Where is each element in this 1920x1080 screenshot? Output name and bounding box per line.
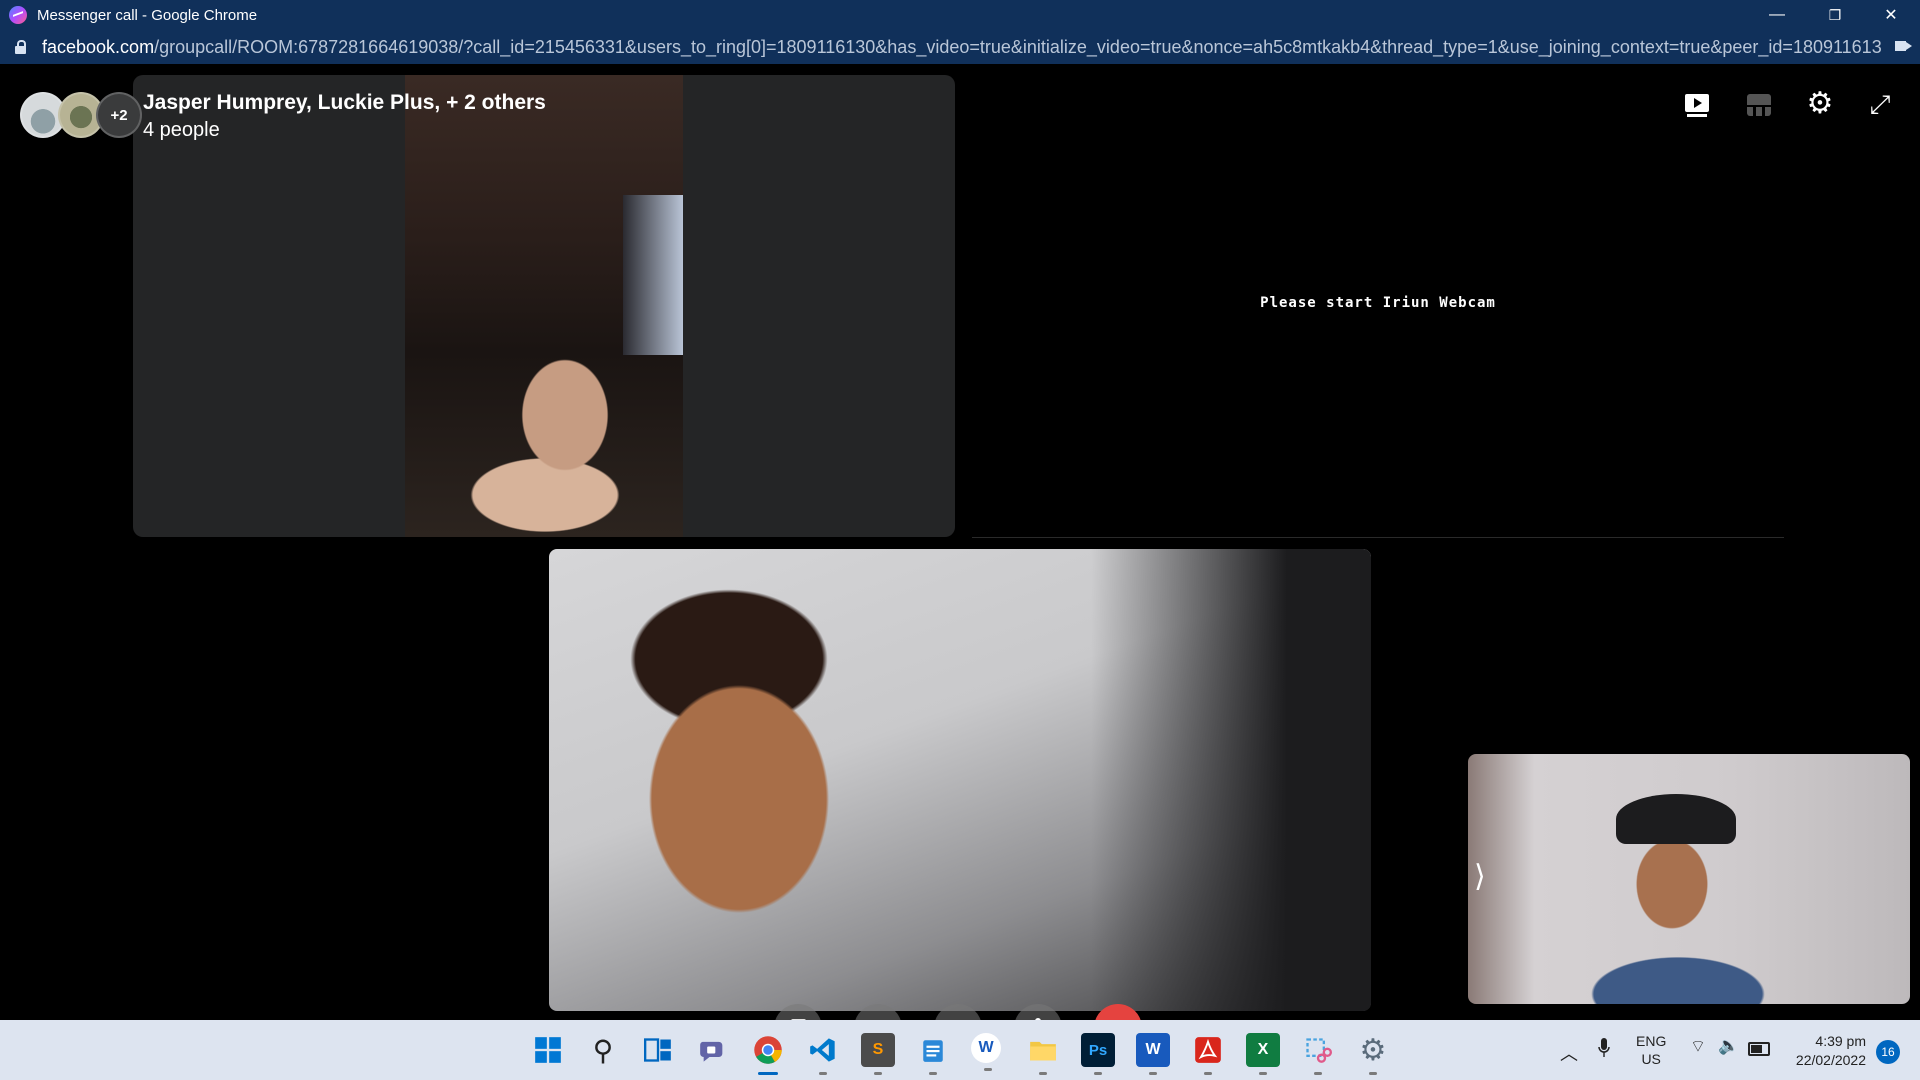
grid-layout-glyph bbox=[1747, 94, 1771, 116]
word-icon[interactable]: W bbox=[1136, 1033, 1170, 1075]
show-hidden-icons-icon[interactable]: ︿ bbox=[1560, 1040, 1578, 1066]
address-bar[interactable]: facebook.com/groupcall/ROOM:678728166461… bbox=[0, 30, 1920, 64]
iriun-webcam-message: Please start Iriun Webcam bbox=[1260, 295, 1496, 311]
volume-icon[interactable]: 🔈 bbox=[1718, 1036, 1739, 1056]
participant-video-tile[interactable]: Please start Iriun Webcam bbox=[972, 75, 1784, 538]
wifi-icon[interactable]: ⌔ bbox=[1690, 1036, 1706, 1057]
running-indicator bbox=[1149, 1072, 1157, 1075]
running-indicator bbox=[1039, 1072, 1047, 1075]
settings-icon[interactable]: ⚙ bbox=[1356, 1033, 1390, 1075]
participant-video bbox=[405, 75, 683, 537]
grid-view-icon[interactable] bbox=[1739, 86, 1779, 122]
running-indicator bbox=[984, 1068, 992, 1071]
present-icon[interactable] bbox=[1677, 86, 1717, 122]
clock-date: 22/02/2022 bbox=[1795, 1052, 1866, 1068]
excel-icon[interactable]: X bbox=[1246, 1033, 1280, 1075]
more-participants-badge: +2 bbox=[96, 92, 142, 138]
participant-count: 4 people bbox=[143, 119, 220, 141]
photoshop-icon[interactable]: Ps bbox=[1081, 1033, 1115, 1075]
task-view-icon[interactable] bbox=[641, 1033, 675, 1067]
clock-time: 4:39 pm bbox=[1815, 1033, 1866, 1049]
notification-count-badge[interactable]: 16 bbox=[1876, 1040, 1900, 1064]
snipping-tool-icon[interactable] bbox=[1301, 1033, 1335, 1075]
microphone-tray-icon[interactable] bbox=[1598, 1038, 1610, 1058]
running-indicator bbox=[1369, 1072, 1377, 1075]
clock[interactable]: 4:39 pm 22/02/2022 bbox=[1786, 1032, 1866, 1070]
vscode-icon[interactable] bbox=[806, 1033, 840, 1075]
running-indicator bbox=[929, 1072, 937, 1075]
running-indicator bbox=[874, 1072, 882, 1075]
present-screen bbox=[1685, 94, 1709, 112]
call-title: Jasper Humprey, Luckie Plus, + 2 others bbox=[143, 91, 546, 114]
acrobat-icon[interactable] bbox=[1191, 1033, 1225, 1075]
windows-taskbar: ⚲ S W Ps W X ⚙ ︿ ENG US ⌔ 🔈 4:39 pm 22/02/2022… bbox=[0, 1020, 1920, 1080]
running-indicator bbox=[1314, 1072, 1322, 1075]
url-path: /groupcall/ROOM:6787281664619038/?call_i… bbox=[154, 36, 1882, 57]
chrome-icon[interactable] bbox=[751, 1033, 785, 1075]
search-icon[interactable]: ⚲ bbox=[586, 1033, 620, 1067]
running-indicator bbox=[819, 1072, 827, 1075]
video-background bbox=[1091, 549, 1371, 1011]
fullscreen-icon[interactable]: ⤢ bbox=[1860, 86, 1900, 122]
messenger-icon bbox=[9, 6, 27, 24]
call-stage: Please start Iriun Webcam ⟩ +2 Jasper Hu… bbox=[0, 64, 1920, 1052]
teams-chat-icon[interactable] bbox=[696, 1033, 730, 1067]
url-text[interactable]: facebook.com/groupcall/ROOM:678728166461… bbox=[42, 37, 1882, 58]
running-indicator bbox=[1259, 1072, 1267, 1075]
window-title: Messenger call - Google Chrome bbox=[37, 6, 258, 24]
minimize-button[interactable]: — bbox=[1748, 0, 1806, 30]
chrome-title-bar: Messenger call - Google Chrome — ❐ ✕ bbox=[0, 0, 1920, 30]
windows-start-icon[interactable] bbox=[531, 1033, 565, 1067]
settings-icon[interactable]: ⚙ bbox=[1800, 86, 1840, 122]
running-indicator bbox=[1094, 1072, 1102, 1075]
participant-video-tile[interactable] bbox=[133, 75, 955, 537]
close-button[interactable]: ✕ bbox=[1862, 0, 1920, 30]
sublime-text-icon[interactable]: S bbox=[861, 1033, 895, 1075]
language-code: ENG bbox=[1636, 1033, 1667, 1049]
main-participant-video[interactable] bbox=[549, 549, 1371, 1011]
video-background bbox=[1616, 794, 1736, 844]
language-indicator[interactable]: ENG US bbox=[1636, 1032, 1666, 1068]
present-stand bbox=[1687, 114, 1707, 117]
running-indicator bbox=[1204, 1072, 1212, 1075]
url-host: facebook.com bbox=[42, 36, 155, 57]
camera-in-use-icon[interactable] bbox=[1895, 41, 1912, 51]
keyboard-layout: US bbox=[1641, 1051, 1661, 1067]
running-indicator bbox=[758, 1072, 778, 1075]
word-online-icon[interactable]: W bbox=[971, 1033, 1001, 1071]
lock-icon[interactable] bbox=[15, 40, 26, 54]
file-explorer-icon[interactable] bbox=[1026, 1033, 1060, 1075]
video-background bbox=[623, 195, 683, 355]
collapse-self-view-icon[interactable]: ⟩ bbox=[1474, 859, 1486, 894]
notepad-icon[interactable] bbox=[916, 1033, 950, 1075]
self-view-video[interactable]: ⟩ bbox=[1468, 754, 1910, 1004]
restore-button[interactable]: ❐ bbox=[1806, 0, 1864, 30]
battery-icon[interactable] bbox=[1748, 1042, 1770, 1056]
